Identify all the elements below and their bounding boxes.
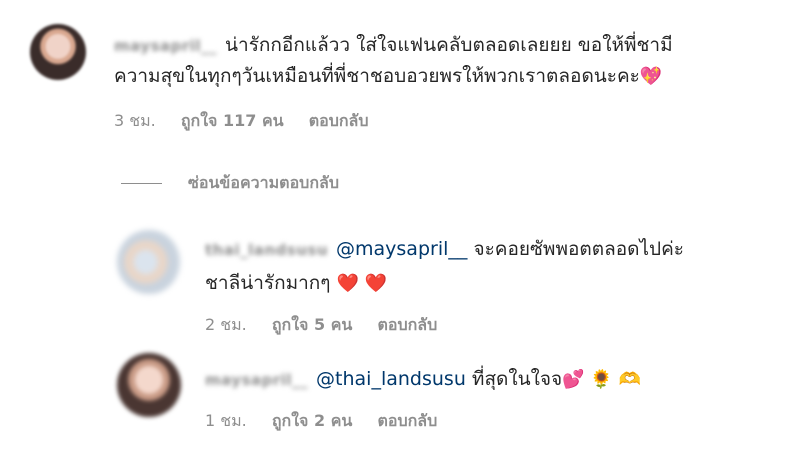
reply-text-line2: ชาลีน่ารักมากๆ bbox=[205, 272, 331, 294]
comment-text: maysapril__ น่ารักกอีกแล้วว ใส่ใจแฟนคลับต… bbox=[114, 30, 673, 61]
emoji-set: 💕 🌻 🫶 bbox=[562, 369, 641, 390]
reply-meta: 1 ชม. ถูกใจ 2 คน ตอบกลับ bbox=[205, 409, 457, 434]
likes-count[interactable]: ถูกใจ 2 คน bbox=[272, 411, 352, 430]
heart-emoji: ❤️ ❤️ bbox=[336, 273, 388, 294]
likes-count[interactable]: ถูกใจ 5 คน bbox=[272, 315, 352, 334]
reply-meta: 2 ชม. ถูกใจ 5 คน ตอบกลับ bbox=[205, 313, 457, 338]
comment-username[interactable]: maysapril__ bbox=[114, 37, 217, 55]
comment-text-line2: ความสุขในทุกๆวันเหมือนที่พี่ชาชอบอวยพรให… bbox=[114, 65, 640, 87]
reply-text-continued: ชาลีน่ารักมากๆ ❤️ ❤️ bbox=[205, 268, 387, 299]
reply-text: maysapril__ @thai_landsusu ที่สุดในใจจ💕 🌻… bbox=[205, 364, 641, 395]
reply-button[interactable]: ตอบกลับ bbox=[377, 411, 437, 430]
comment-meta: 3 ชม. ถูกใจ 117 คน ตอบกลับ bbox=[114, 109, 389, 134]
reply-text-line1: จะคอยซัพพอตตลอดไปค่ะ bbox=[473, 238, 684, 260]
reply-text-body: ที่สุดในใจจ bbox=[471, 368, 563, 390]
comment-time[interactable]: 3 ชม. bbox=[114, 111, 156, 130]
heart-emoji: 💖 bbox=[639, 66, 663, 87]
reply-username[interactable]: thai_landsusu bbox=[205, 241, 328, 259]
avatar[interactable] bbox=[117, 353, 181, 417]
likes-count[interactable]: ถูกใจ 117 คน bbox=[181, 111, 284, 130]
reply-text: thai_landsusu @maysapril__ จะคอยซัพพอตตลอ… bbox=[205, 234, 684, 265]
mention-link[interactable]: @thai_landsusu bbox=[316, 368, 466, 390]
reply-button[interactable]: ตอบกลับ bbox=[309, 111, 369, 130]
reply-time[interactable]: 2 ชม. bbox=[205, 315, 247, 334]
reply-username[interactable]: maysapril__ bbox=[205, 371, 308, 389]
avatar[interactable] bbox=[117, 230, 181, 294]
reply-button[interactable]: ตอบกลับ bbox=[377, 315, 437, 334]
mention-link[interactable]: @maysapril__ bbox=[336, 238, 467, 260]
hide-replies-button[interactable]: ซ่อนข้อความตอบกลับ bbox=[188, 171, 339, 196]
comment-text-line1: น่ารักกอีกแล้วว ใส่ใจแฟนคลับตลอดเลยยย ขอ… bbox=[225, 34, 673, 56]
divider-line bbox=[121, 183, 162, 184]
reply-time[interactable]: 1 ชม. bbox=[205, 411, 247, 430]
comment-text-continued: ความสุขในทุกๆวันเหมือนที่พี่ชาชอบอวยพรให… bbox=[114, 61, 662, 92]
avatar[interactable] bbox=[30, 24, 86, 80]
